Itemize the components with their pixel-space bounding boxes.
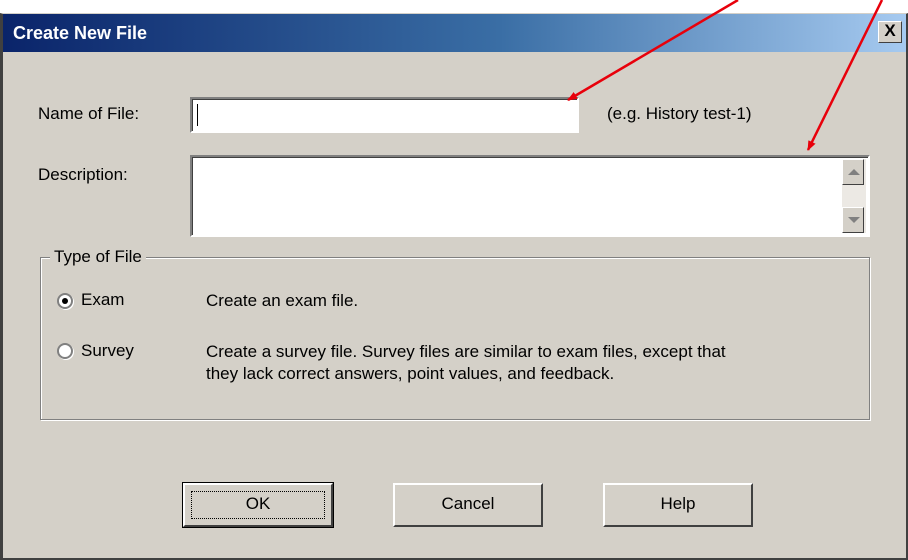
description-scrollbar[interactable] [842,159,866,233]
cancel-button-label: Cancel [441,494,495,513]
close-icon: X [884,21,896,40]
create-new-file-dialog: Create New File X Name of File: (e.g. Hi… [0,13,908,560]
name-of-file-label: Name of File: [38,104,140,123]
chevron-down-icon [848,217,860,223]
cancel-button[interactable]: Cancel [393,483,543,527]
name-of-file-hint: (e.g. History test-1) [607,104,752,123]
description-textarea[interactable] [190,155,870,237]
title-bar[interactable]: Create New File X [3,14,906,52]
survey-radio-label[interactable]: Survey [81,341,134,361]
survey-description-line-2: they lack correct answers, point values,… [206,364,615,383]
ok-button[interactable]: OK [182,482,334,528]
name-of-file-input[interactable] [190,97,579,133]
scroll-down-button[interactable] [842,207,864,233]
chevron-up-icon [848,169,860,175]
description-label: Description: [38,165,128,184]
scroll-up-button[interactable] [842,159,864,185]
radio-selected-dot [62,298,68,304]
window-title: Create New File [13,23,148,43]
help-button-label: Help [660,494,696,513]
exam-radio[interactable] [57,293,73,309]
text-caret [197,104,198,126]
survey-radio[interactable] [57,343,73,359]
exam-description: Create an exam file. [206,291,359,310]
type-of-file-label: Type of File [50,247,146,267]
exam-radio-label[interactable]: Exam [81,290,124,310]
close-button[interactable]: X [878,21,902,43]
help-button[interactable]: Help [603,483,753,527]
focus-rectangle [191,491,325,519]
type-of-file-group: Type of File Exam Create an exam file. S… [40,247,870,420]
survey-description-line-1: Create a survey file. Survey files are s… [206,342,726,361]
